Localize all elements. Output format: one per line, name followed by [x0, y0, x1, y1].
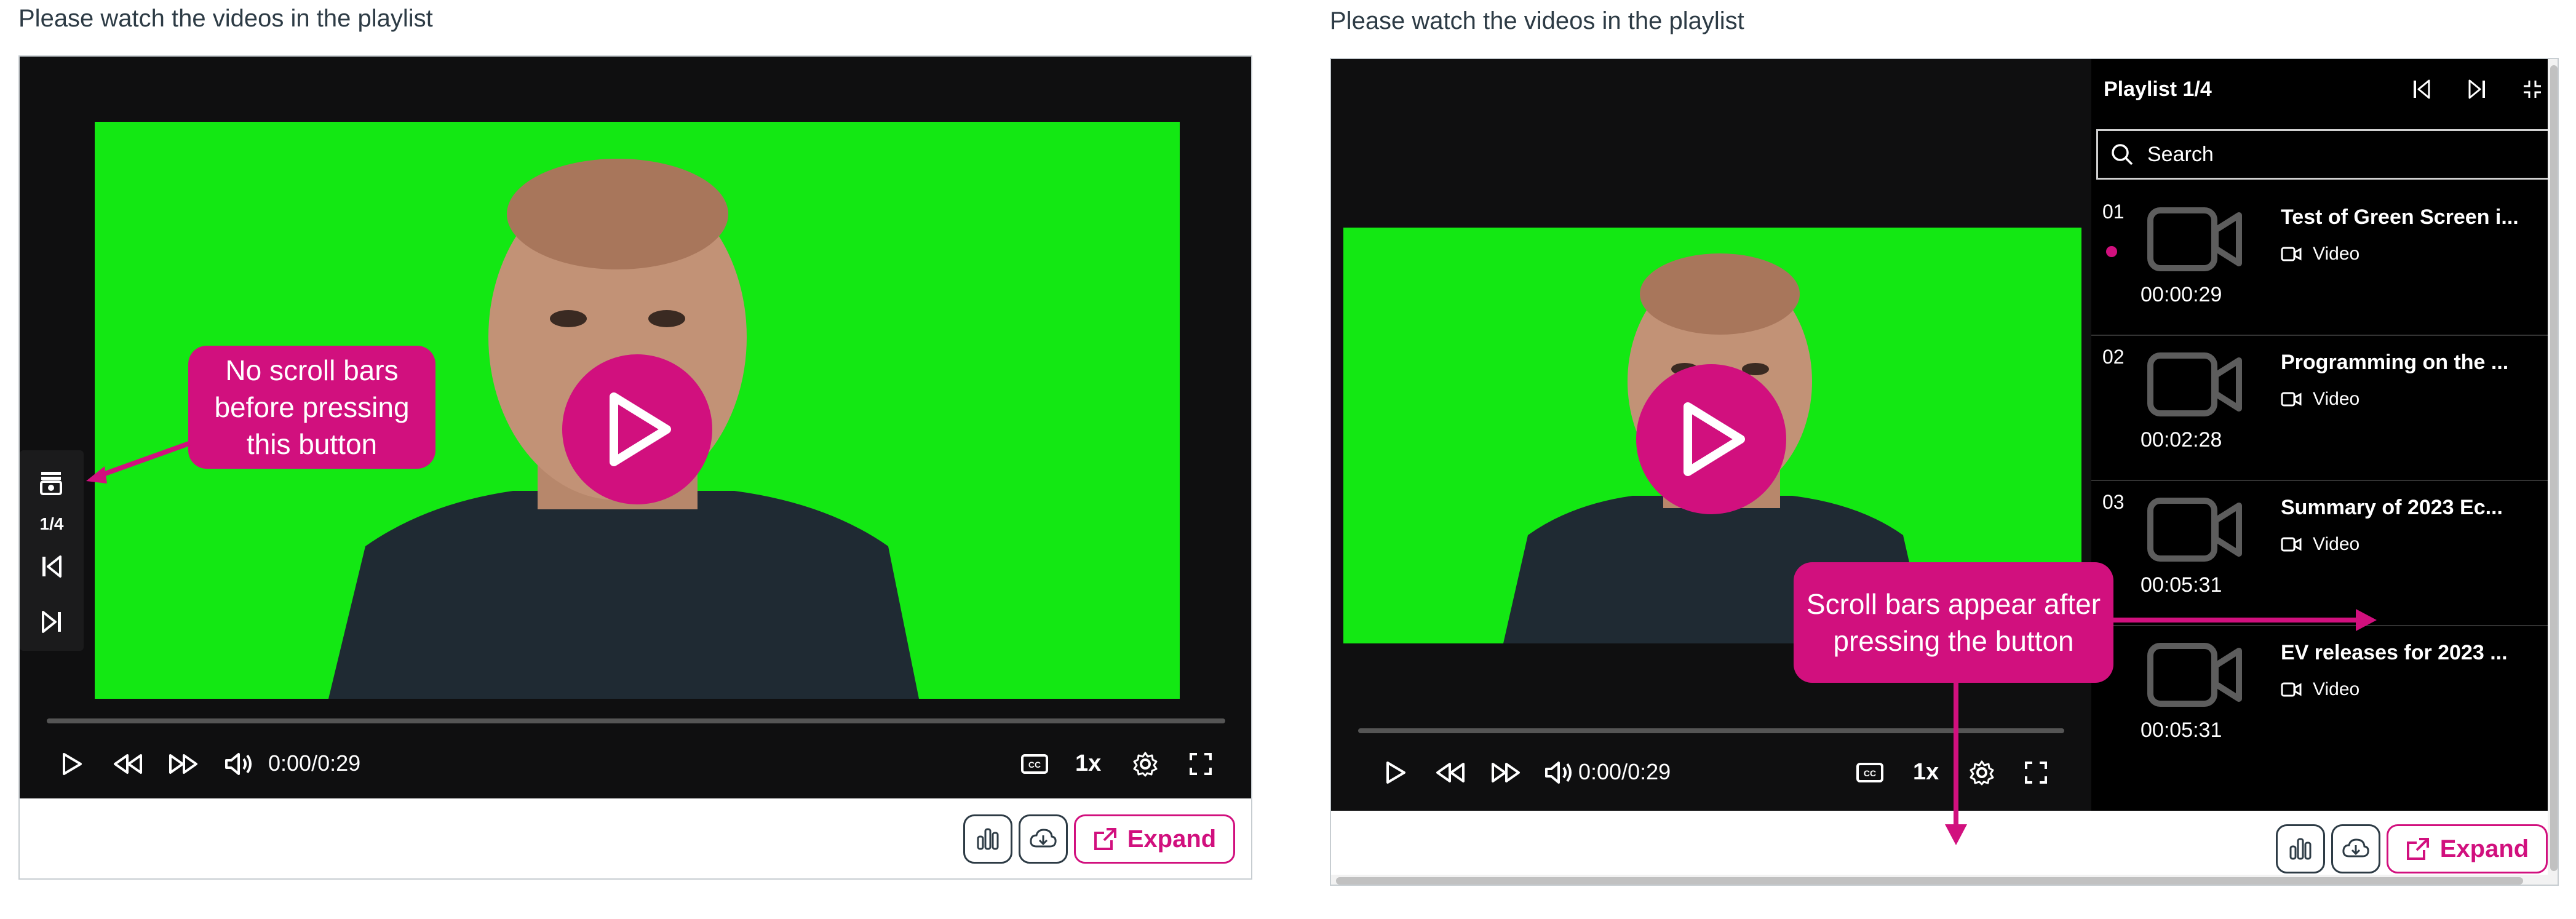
playlist-next-button[interactable] [2462, 74, 2492, 105]
rewind-icon [1436, 763, 1465, 782]
right-volume-button[interactable] [1540, 754, 1577, 791]
left-fullscreen-button[interactable] [1182, 746, 1219, 782]
playlist-item-title: Summary of 2023 Ec... [2281, 496, 2503, 519]
previous-icon [2414, 79, 2430, 99]
playlist-item-title: Test of Green Screen i... [2281, 205, 2519, 229]
previous-icon [42, 555, 62, 578]
right-big-play-button[interactable] [1636, 364, 1786, 514]
horizontal-scrollbar[interactable] [1331, 875, 2548, 885]
next-icon [42, 611, 61, 633]
playlist-item-duration: 00:00:29 [2141, 283, 2222, 306]
rewind-icon [114, 754, 142, 774]
right-play-button[interactable] [1380, 754, 1411, 791]
playlist-item-title: Programming on the ... [2281, 351, 2509, 374]
video-camera-icon [2281, 392, 2302, 407]
video-camera-icon [2147, 352, 2242, 416]
captions-icon: CC [1856, 763, 1883, 782]
next-video-button[interactable] [38, 607, 65, 637]
left-time-display: 0:00/0:29 [268, 750, 361, 776]
right-caption: Please watch the videos in the playlist [1330, 7, 1744, 34]
captions-icon: CC [1021, 754, 1048, 774]
playlist-item-type: Video [2281, 244, 2359, 265]
active-indicator-dot [2106, 246, 2117, 257]
horizontal-scrollbar-thumb[interactable] [1336, 877, 2523, 885]
playlist-item-number: 01 [2102, 201, 2125, 223]
left-volume-button[interactable] [220, 746, 257, 782]
svg-text:CC: CC [1864, 768, 1876, 778]
previous-video-button[interactable] [38, 551, 65, 582]
left-expand-label: Expand [1127, 825, 1217, 853]
playlist-toggle-button[interactable] [36, 467, 66, 498]
left-analytics-button[interactable] [963, 814, 1012, 864]
left-rewind-button[interactable] [109, 746, 146, 782]
playlist-icon [40, 472, 62, 495]
playlist-item-thumbnail [2147, 496, 2245, 563]
left-settings-button[interactable] [1127, 746, 1164, 782]
right-time-display: 0:00/0:29 [1578, 759, 1671, 784]
vertical-scrollbar-thumb[interactable] [2550, 65, 2558, 871]
external-link-icon [2406, 838, 2429, 860]
playlist-collapse-button[interactable] [2517, 74, 2548, 105]
fast-forward-icon [169, 754, 197, 774]
playlist-item-type: Video [2281, 534, 2359, 555]
left-fast-forward-button[interactable] [165, 746, 202, 782]
left-captions-button[interactable]: CC [1016, 746, 1053, 782]
search-icon [2112, 144, 2133, 165]
video-camera-icon [2281, 537, 2302, 552]
left-progress-bar[interactable] [47, 718, 1225, 723]
right-expand-button[interactable]: Expand [2387, 824, 2548, 873]
playlist-counter: 1/4 [39, 514, 64, 533]
right-expand-label: Expand [2439, 835, 2529, 862]
video-camera-icon [2147, 207, 2242, 271]
playlist-item-type-label: Video [2313, 244, 2360, 264]
video-camera-icon [2147, 498, 2242, 562]
playlist-item-thumbnail [2147, 205, 2245, 273]
playlist-item-thumbnail [2147, 351, 2245, 418]
left-download-button[interactable] [1019, 814, 1068, 864]
settings-icon [1133, 752, 1158, 777]
left-callout-arrow [86, 440, 192, 483]
playlist-item-type: Video [2281, 389, 2359, 410]
playlist-item-duration: 00:02:28 [2141, 428, 2222, 452]
left-callout: No scroll bars before pressing this butt… [188, 346, 435, 469]
right-captions-button[interactable]: CC [1851, 754, 1888, 791]
playlist-item-number: 02 [2102, 346, 2125, 368]
video-camera-icon [2281, 247, 2302, 261]
playlist-previous-button[interactable] [2406, 74, 2437, 105]
play-icon [63, 753, 82, 775]
right-fast-forward-button[interactable] [1487, 754, 1524, 791]
playlist-search-placeholder: Search [2147, 142, 2214, 166]
playlist-item-type-label: Video [2313, 534, 2360, 554]
left-big-play-button[interactable] [562, 354, 712, 504]
svg-text:CC: CC [1028, 760, 1041, 770]
collapse-icon [2524, 81, 2541, 98]
volume-icon [225, 753, 252, 775]
download-icon [1030, 829, 1057, 848]
left-caption: Please watch the videos in the playlist [18, 5, 433, 32]
play-icon [610, 392, 671, 466]
fast-forward-icon [1492, 763, 1520, 782]
play-icon [1684, 402, 1745, 476]
playlist-item-type-label: Video [2313, 389, 2360, 409]
playlist-search-input[interactable]: Search [2096, 129, 2558, 180]
play-icon [1386, 762, 1405, 784]
left-play-button[interactable] [57, 746, 87, 782]
external-link-icon [1094, 828, 1116, 850]
left-playlist-mini-bar: 1/4 [20, 450, 84, 651]
vertical-scrollbar[interactable] [2548, 59, 2558, 885]
left-playback-rate-button[interactable]: 1x [1075, 750, 1101, 777]
right-rewind-button[interactable] [1432, 754, 1469, 791]
next-icon [2468, 79, 2485, 99]
playlist-item[interactable]: 01 00:00:29 Test of Green Screen i... Vi… [2091, 191, 2558, 336]
playlist-item-number: 03 [2102, 491, 2125, 513]
volume-icon [1545, 762, 1572, 784]
fullscreen-icon [1190, 753, 1212, 775]
analytics-icon [977, 828, 999, 850]
playlist-item[interactable]: 02 00:02:28 Programming on the ... Video [2091, 336, 2558, 481]
left-expand-button[interactable]: Expand [1074, 814, 1235, 864]
right-callout-arrows [1945, 609, 2377, 845]
playlist-title: Playlist 1/4 [2104, 78, 2212, 101]
